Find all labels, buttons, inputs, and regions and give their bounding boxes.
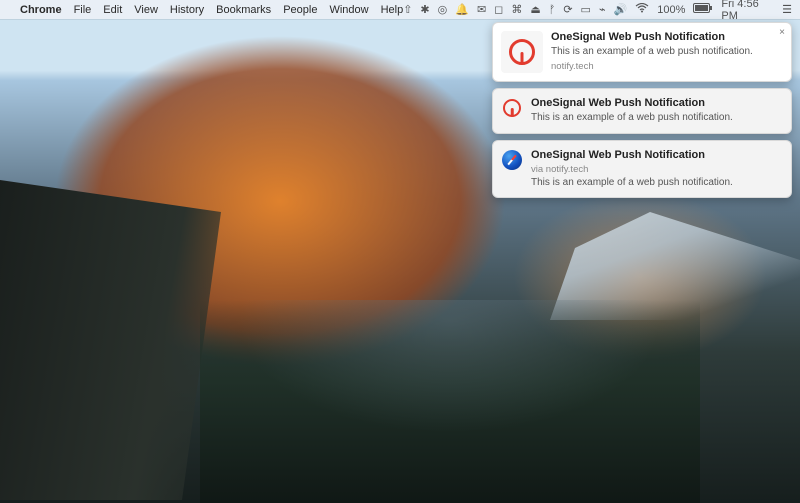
menu-help[interactable]: Help <box>381 4 404 16</box>
status-icon[interactable]: ✱ <box>420 3 429 16</box>
menu-view[interactable]: View <box>134 4 158 16</box>
menubar-status-area: ⇧ ✱ ◎ 🔔 ✉ ◻ ⌘ ⏏ ᚠ ⟳ ▭ ⌁ 🔊 100% Fri 4:56 … <box>403 0 792 22</box>
notification-title: OneSignal Web Push Notification <box>531 149 781 162</box>
menu-window[interactable]: Window <box>329 4 368 16</box>
status-icon[interactable]: ⟳ <box>563 3 572 16</box>
notification-message: This is an example of a web push notific… <box>551 46 781 59</box>
onesignal-icon <box>501 31 543 73</box>
status-icon[interactable]: ▭ <box>581 3 591 16</box>
battery-percent: 100% <box>657 4 685 16</box>
notification-source: notify.tech <box>551 61 781 72</box>
status-icon[interactable]: 🔔 <box>455 3 469 16</box>
status-icon[interactable]: ⌘ <box>511 3 522 16</box>
notification-message: This is an example of a web push notific… <box>531 112 781 125</box>
menubar-clock[interactable]: Fri 4:56 PM <box>721 0 774 22</box>
status-icon[interactable]: ⏏ <box>530 3 540 16</box>
notification-banner[interactable]: × OneSignal Web Push Notification This i… <box>492 22 792 82</box>
notification-banner[interactable]: OneSignal Web Push Notification via noti… <box>492 140 792 199</box>
status-icon[interactable]: ✉ <box>477 3 486 16</box>
status-icon[interactable]: ⌁ <box>599 3 606 16</box>
notification-via: via notify.tech <box>531 164 781 175</box>
notification-center-icon[interactable]: ☰ <box>782 3 792 16</box>
notification-message: This is an example of a web push notific… <box>531 177 781 190</box>
status-icon[interactable]: ᚠ <box>549 4 556 16</box>
notification-title: OneSignal Web Push Notification <box>531 97 781 110</box>
menu-file[interactable]: File <box>74 4 92 16</box>
menu-edit[interactable]: Edit <box>103 4 122 16</box>
notification-banner[interactable]: OneSignal Web Push Notification This is … <box>492 88 792 134</box>
notification-title: OneSignal Web Push Notification <box>551 31 781 44</box>
menu-people[interactable]: People <box>283 4 317 16</box>
notification-stack: × OneSignal Web Push Notification This i… <box>492 22 792 198</box>
status-icon[interactable]: ⇧ <box>403 3 412 16</box>
status-icon[interactable]: ◻ <box>494 3 503 16</box>
battery-icon[interactable] <box>693 3 713 16</box>
menu-history[interactable]: History <box>170 4 204 16</box>
onesignal-icon <box>501 97 523 119</box>
menubar: Chrome File Edit View History Bookmarks … <box>0 0 800 19</box>
menu-bookmarks[interactable]: Bookmarks <box>216 4 271 16</box>
menubar-app-name[interactable]: Chrome <box>20 4 62 16</box>
safari-icon <box>501 149 523 171</box>
volume-icon[interactable]: 🔊 <box>614 3 628 16</box>
close-icon[interactable]: × <box>779 27 785 38</box>
status-icon[interactable]: ◎ <box>438 3 448 16</box>
wifi-icon[interactable] <box>635 3 649 16</box>
